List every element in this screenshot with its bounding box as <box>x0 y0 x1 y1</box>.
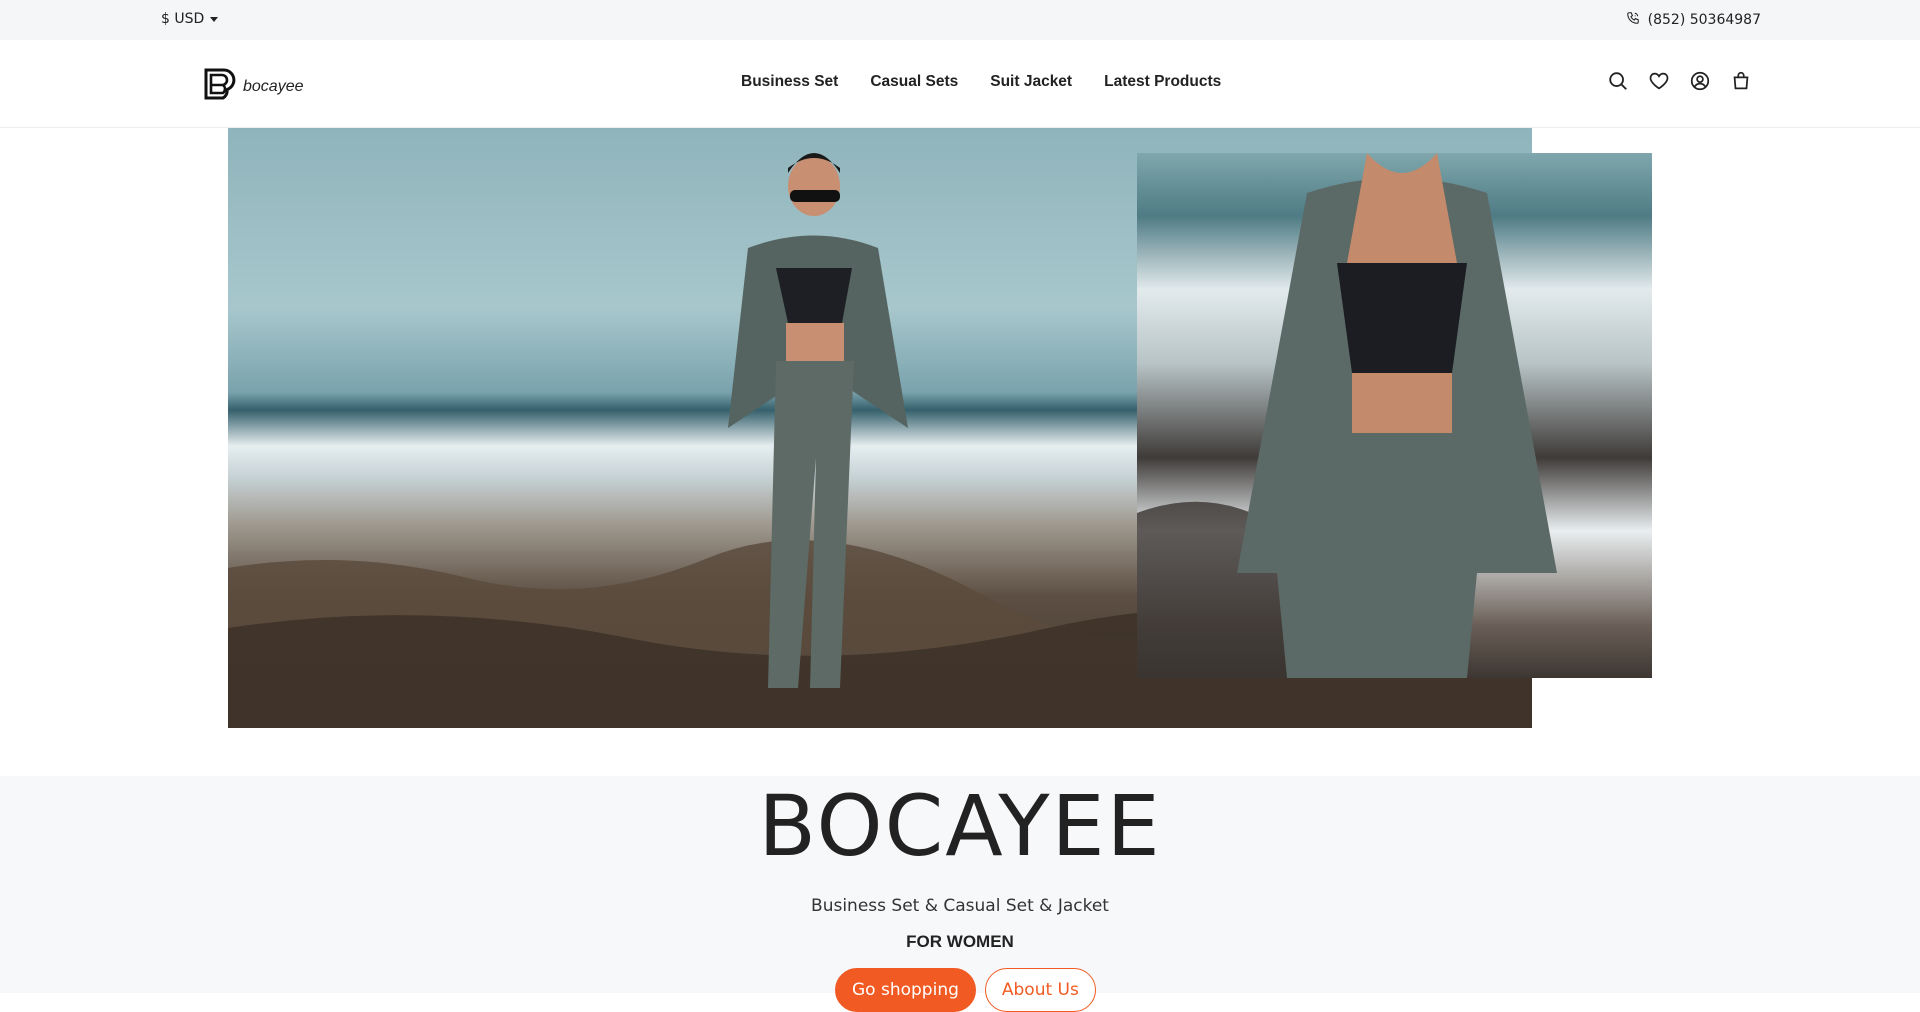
hero-image-inset <box>1137 153 1652 678</box>
logo-text: bocayee <box>243 77 304 95</box>
logo-mark-icon <box>203 67 239 106</box>
go-shopping-button[interactable]: Go shopping <box>835 968 976 1012</box>
logo[interactable]: bocayee <box>203 67 304 106</box>
header-actions <box>1607 70 1752 92</box>
site-header: bocayee Business Set Casual Sets Suit Ja… <box>0 40 1920 128</box>
brand-title: BOCAYEE <box>758 777 1162 875</box>
brand-section: BOCAYEE Business Set & Casual Set & Jack… <box>0 776 1920 1012</box>
top-bar: $ USD (852) 50364987 <box>0 0 1920 40</box>
model-closeup <box>1237 153 1557 678</box>
brand-tagline: FOR WOMEN <box>906 932 1014 951</box>
phone-number: (852) 50364987 <box>1647 12 1761 28</box>
nav-casual-sets[interactable]: Casual Sets <box>870 73 958 91</box>
search-icon[interactable] <box>1607 70 1629 92</box>
phone-contact[interactable]: (852) 50364987 <box>1626 11 1761 29</box>
nav-latest-products[interactable]: Latest Products <box>1104 73 1221 91</box>
about-us-button[interactable]: About Us <box>984 968 1096 1012</box>
cta-group: Go shopping About Us <box>835 968 1096 1012</box>
currency-label: $ USD <box>161 11 205 27</box>
main-nav: Business Set Casual Sets Suit Jacket Lat… <box>741 73 1221 91</box>
nav-business-set[interactable]: Business Set <box>741 73 838 91</box>
bag-icon[interactable] <box>1730 70 1752 92</box>
brand-subtitle: Business Set & Casual Set & Jacket <box>811 896 1109 916</box>
account-icon[interactable] <box>1689 70 1711 92</box>
phone-icon <box>1626 11 1640 29</box>
nav-suit-jacket[interactable]: Suit Jacket <box>990 73 1072 91</box>
chevron-down-icon <box>210 17 219 22</box>
currency-selector[interactable]: $ USD <box>161 11 219 27</box>
heart-icon[interactable] <box>1648 70 1670 92</box>
